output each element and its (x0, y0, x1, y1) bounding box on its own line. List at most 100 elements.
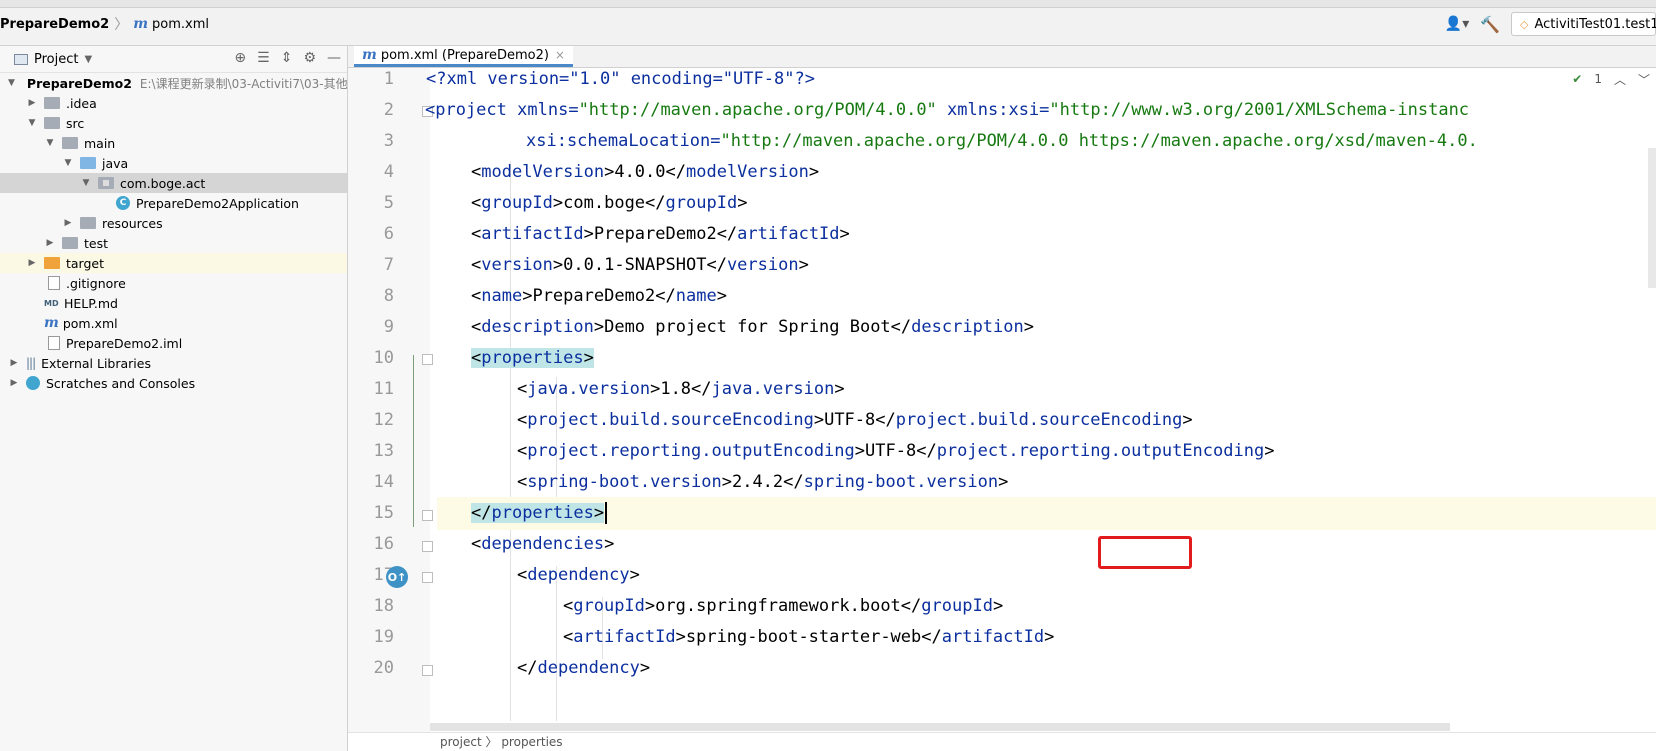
tree-item-label: .idea (66, 95, 97, 111)
chevron-down-icon[interactable]: ▼ (80, 178, 92, 188)
fold-marker[interactable] (422, 510, 433, 521)
project-panel-tools: ⊕ ☰ ⇕ ⚙ — (234, 50, 341, 66)
tree-row-idea[interactable]: ▶ .idea (0, 93, 347, 113)
tree-row-iml[interactable]: PrepareDemo2.iml (0, 333, 347, 353)
maven-file-icon: m (362, 47, 377, 63)
chevron-down-icon[interactable]: ▼ (62, 158, 74, 168)
tag-name: name (481, 286, 523, 306)
tree-row-package[interactable]: ▼ com.boge.act (0, 173, 347, 193)
attr-value: "http://maven.apache.org/POM/4.0.0" (578, 100, 937, 120)
fold-marker[interactable] (422, 354, 433, 365)
gear-icon[interactable]: ⚙ (303, 50, 316, 66)
line-number: 13 (373, 441, 394, 461)
minimize-icon[interactable]: — (327, 50, 341, 66)
navigation-bar: PrepareDemo2 〉 m pom.xml 👤▾ 🔨 ◇ Activiti… (0, 0, 1656, 46)
tree-item-label: java (102, 155, 129, 171)
code-line: <groupId>org.springframework.boot</group… (563, 596, 1004, 616)
tree-row-scratches[interactable]: ▶ Scratches and Consoles (0, 373, 347, 393)
file-icon (48, 276, 60, 290)
inspection-widget[interactable]: ✔ 1 ︿ ﹀ (1572, 68, 1650, 90)
code-line: <artifactId>PrepareDemo2</artifactId> (471, 224, 850, 244)
code-line: <spring-boot.version>2.4.2</spring-boot.… (517, 472, 1009, 492)
code-line: <properties> (471, 342, 594, 375)
excluded-folder-icon (44, 257, 60, 269)
dependency-update-icon[interactable]: O↑ (386, 566, 408, 588)
horizontal-scrollbar[interactable] (430, 723, 1450, 731)
tree-item-label: com.boge.act (120, 175, 206, 191)
chevron-right-icon[interactable]: ▶ (8, 378, 20, 388)
tree-row-gitignore[interactable]: .gitignore (0, 273, 347, 293)
tag-name: spring-boot.version (803, 472, 999, 492)
editor-gutter: 1 2 3 4 5 6 7 8 9 10 11 12 13 14 15 16 1… (348, 68, 433, 751)
chevron-up-icon[interactable]: ︿ (1614, 71, 1626, 88)
chevron-right-icon: 〉 (485, 735, 502, 749)
chevron-down-icon[interactable]: ▼ (84, 54, 92, 65)
chevron-right-icon: 〉 (114, 17, 129, 33)
fold-marker[interactable] (422, 541, 433, 552)
code-line: <modelVersion>4.0.0</modelVersion> (471, 162, 820, 182)
chevron-right-icon[interactable]: ▶ (26, 98, 38, 108)
chevron-right-icon[interactable]: ▶ (26, 258, 38, 268)
collapse-all-icon[interactable]: ⇕ (281, 50, 293, 66)
tree-item-label: Scratches and Consoles (46, 375, 196, 391)
chevron-right-icon[interactable]: ▶ (62, 218, 74, 228)
breadcrumb-project[interactable]: PrepareDemo2 (0, 17, 109, 32)
tree-row-main[interactable]: ▼ main (0, 133, 347, 153)
code-line: <dependencies> (471, 534, 615, 554)
chevron-right-icon[interactable]: ▶ (8, 358, 20, 368)
element-text: UTF-8 (865, 441, 917, 461)
attr-name: xsi:schemaLocation= (526, 131, 721, 151)
chevron-down-icon[interactable]: ▼ (8, 78, 15, 88)
line-number: 10 (373, 348, 394, 368)
tree-row-external-libraries[interactable]: ▶ ||| External Libraries (0, 353, 347, 373)
tree-item-label: External Libraries (41, 355, 151, 371)
tree-row-target[interactable]: ▶ target (0, 253, 347, 273)
tag-name: version (726, 255, 799, 275)
code-line: <project xmlns="http://maven.apache.org/… (425, 94, 1469, 127)
breadcrumb-file[interactable]: pom.xml (152, 17, 209, 32)
line-number: 6 (383, 224, 394, 244)
close-icon[interactable]: × (555, 48, 565, 62)
code-line: <groupId>com.boge</groupId> (471, 193, 748, 213)
element-text: spring-boot-starter-web (685, 627, 922, 647)
tab-pom-xml[interactable]: m pom.xml (PrepareDemo2) × (354, 46, 573, 67)
chevron-right-icon[interactable]: ▶ (44, 238, 56, 248)
vertical-scrollbar[interactable] (1648, 148, 1656, 288)
element-text: 1.8 (660, 379, 692, 399)
project-panel-title[interactable]: Project (34, 52, 78, 67)
attr-name: xmlns:xsi= (947, 100, 1050, 120)
tag-name: java.version (711, 379, 835, 399)
fold-marker[interactable] (422, 665, 433, 676)
locate-icon[interactable]: ⊕ (234, 50, 246, 66)
chevron-down-icon[interactable]: ▼ (26, 118, 38, 128)
tree-row-src[interactable]: ▼ src (0, 113, 347, 133)
tree-row-java[interactable]: ▼ java (0, 153, 347, 173)
tree-row-resources[interactable]: ▶ resources (0, 213, 347, 233)
expand-all-icon[interactable]: ☰ (257, 50, 270, 66)
code-editor[interactable]: 1 2 3 4 5 6 7 8 9 10 11 12 13 14 15 16 1… (348, 68, 1656, 751)
run-configuration-select[interactable]: ◇ ActivitiTest01.test1 (1511, 12, 1656, 36)
element-text: 4.0.0 (614, 162, 666, 182)
element-text: org.springframework.boot (655, 596, 901, 616)
breadcrumb-item[interactable]: project (440, 735, 482, 749)
user-icon[interactable]: 👤▾ (1439, 12, 1475, 36)
tree-row-test[interactable]: ▶ test (0, 233, 347, 253)
chevron-down-icon[interactable]: ▼ (44, 138, 56, 148)
source-folder-icon (80, 157, 96, 169)
tree-row-help[interactable]: MD HELP.md (0, 293, 347, 313)
element-text: PrepareDemo2 (593, 224, 717, 244)
scratches-icon (26, 376, 40, 390)
code-line: <java.version>1.8</java.version> (517, 379, 845, 399)
breadcrumb-item[interactable]: properties (501, 735, 562, 749)
toolbar-right: 👤▾ 🔨 ◇ ActivitiTest01.test1 (1439, 10, 1656, 38)
tree-row-pom[interactable]: m pom.xml (0, 313, 347, 333)
code-line: <project.build.sourceEncoding>UTF-8</pro… (517, 410, 1193, 430)
chevron-down-icon[interactable]: ﹀ (1638, 71, 1650, 88)
tree-row-application-class[interactable]: C PrepareDemo2Application (0, 193, 347, 213)
tree-row-root[interactable]: ▼ PrepareDemo2 E:\课程更新录制\03-Activiti7\03… (0, 73, 348, 93)
fold-marker[interactable] (422, 572, 433, 583)
resources-folder-icon (80, 217, 96, 229)
tag-name: modelVersion (686, 162, 809, 182)
build-hammer-icon[interactable]: 🔨 (1475, 15, 1505, 34)
element-text: 2.4.2 (731, 472, 784, 492)
